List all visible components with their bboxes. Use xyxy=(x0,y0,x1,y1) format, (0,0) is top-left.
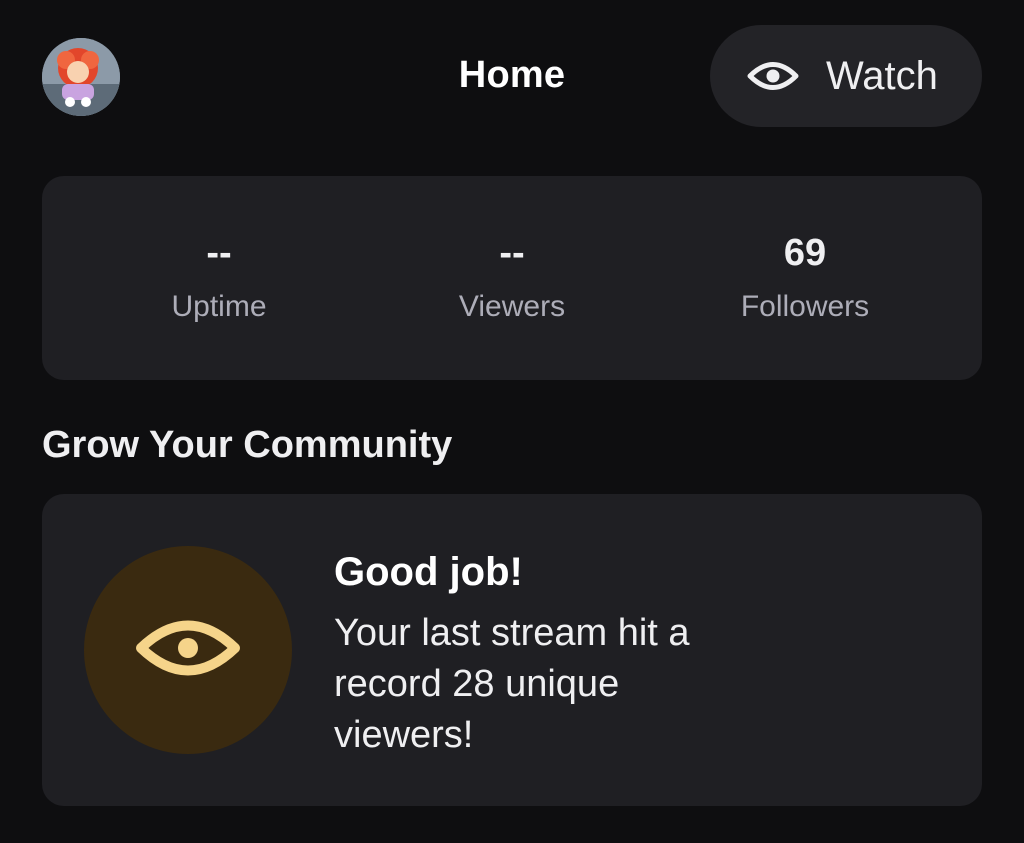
achievement-badge xyxy=(84,546,292,754)
stat-followers-label: Followers xyxy=(740,290,870,323)
achievement-message: Your last stream hit a record 28 unique … xyxy=(334,612,690,756)
eye-icon xyxy=(746,49,800,103)
stat-uptime-value: -- xyxy=(206,232,232,274)
top-header: Home Watch xyxy=(0,0,1024,150)
stat-viewers-label: Viewers xyxy=(458,290,566,323)
stat-followers: 69 Followers xyxy=(655,176,955,380)
watch-button-label: Watch xyxy=(826,53,938,98)
watch-button[interactable]: Watch xyxy=(710,25,982,127)
achievement-card[interactable]: Good job! Your last stream hit a record … xyxy=(42,494,982,806)
section-title: Grow Your Community xyxy=(42,424,453,466)
stat-followers-value: 69 xyxy=(783,232,827,274)
stat-viewers-value: -- xyxy=(499,232,525,274)
app-root: Home Watch -- Uptime -- Viewers 69 Follo… xyxy=(0,0,1024,843)
achievement-title: Good job! xyxy=(334,550,523,594)
stream-stats-card: -- Uptime -- Viewers 69 Followers xyxy=(42,176,982,380)
eye-icon xyxy=(133,593,243,708)
stat-uptime: -- Uptime xyxy=(69,176,369,380)
stat-uptime-label: Uptime xyxy=(171,290,267,323)
stat-viewers: -- Viewers xyxy=(362,176,662,380)
